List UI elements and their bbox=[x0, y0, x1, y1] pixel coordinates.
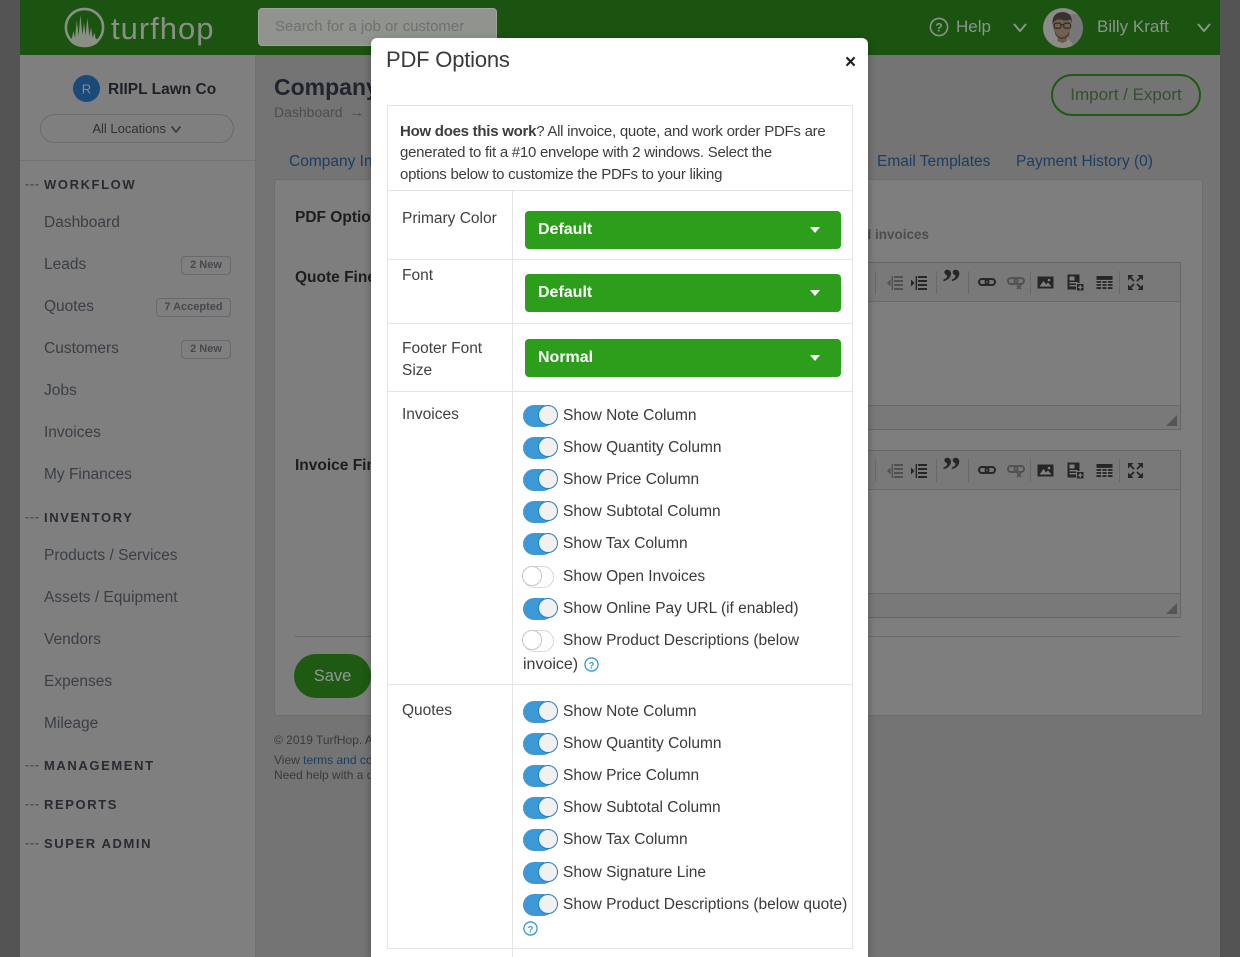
svg-text:?: ? bbox=[935, 21, 942, 35]
svg-text:?: ? bbox=[528, 925, 534, 935]
svg-text:R: R bbox=[82, 82, 91, 97]
svg-text:?: ? bbox=[588, 661, 594, 671]
